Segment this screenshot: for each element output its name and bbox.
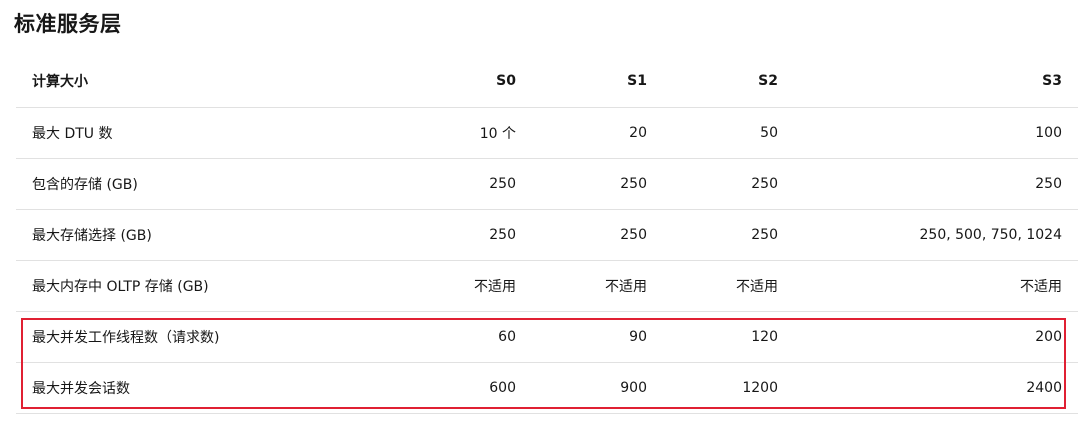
cell-s1: 90 [532,311,663,363]
cell-s2: 不适用 [663,260,794,312]
page-title: 标准服务层 [14,12,122,36]
cell-s3: 100 [794,107,1078,159]
cell-s0: 10 个 [412,107,532,159]
table-row-max-concurrent-workers: 最大并发工作线程数（请求数) 60 90 120 200 [16,311,1078,363]
cell-s3: 200 [794,311,1078,363]
row-label: 最大并发工作线程数（请求数) [16,311,412,363]
cell-s3: 不适用 [794,260,1078,312]
row-label: 最大存储选择 (GB) [16,209,412,261]
table-row-max-dtu: 最大 DTU 数 10 个 20 50 100 [16,107,1078,159]
cell-s0: 60 [412,311,532,363]
table-row-max-in-memory-oltp: 最大内存中 OLTP 存储 (GB) 不适用 不适用 不适用 不适用 [16,260,1078,312]
column-header-s3: S3 [794,56,1078,108]
row-label: 最大内存中 OLTP 存储 (GB) [16,260,412,312]
column-header-s0: S0 [412,56,532,108]
column-header-s2: S2 [663,56,794,108]
cell-s1: 900 [532,362,663,414]
table-row-max-storage-choices: 最大存储选择 (GB) 250 250 250 250, 500, 750, 1… [16,209,1078,261]
cell-s1: 250 [532,209,663,261]
cell-s0: 不适用 [412,260,532,312]
cell-s2: 50 [663,107,794,159]
cell-s0: 250 [412,158,532,210]
cell-s3: 250, 500, 750, 1024 [794,209,1078,261]
row-label: 最大并发会话数 [16,362,412,414]
cell-s2: 250 [663,158,794,210]
cell-s1: 不适用 [532,260,663,312]
column-header-compute-size: 计算大小 [16,56,412,108]
cell-s3: 250 [794,158,1078,210]
column-header-s1: S1 [532,56,663,108]
cell-s3: 2400 [794,362,1078,414]
cell-s2: 250 [663,209,794,261]
table-row-max-concurrent-sessions: 最大并发会话数 600 900 1200 2400 [16,362,1078,414]
cell-s2: 1200 [663,362,794,414]
cell-s0: 250 [412,209,532,261]
cell-s1: 20 [532,107,663,159]
table-row-included-storage: 包含的存储 (GB) 250 250 250 250 [16,158,1078,210]
row-label: 最大 DTU 数 [16,107,412,159]
cell-s2: 120 [663,311,794,363]
service-tier-table: 计算大小 S0 S1 S2 S3 最大 DTU 数 10 个 20 50 100… [16,56,1078,414]
cell-s1: 250 [532,158,663,210]
cell-s0: 600 [412,362,532,414]
row-label: 包含的存储 (GB) [16,158,412,210]
table-header-row: 计算大小 S0 S1 S2 S3 [16,56,1078,108]
